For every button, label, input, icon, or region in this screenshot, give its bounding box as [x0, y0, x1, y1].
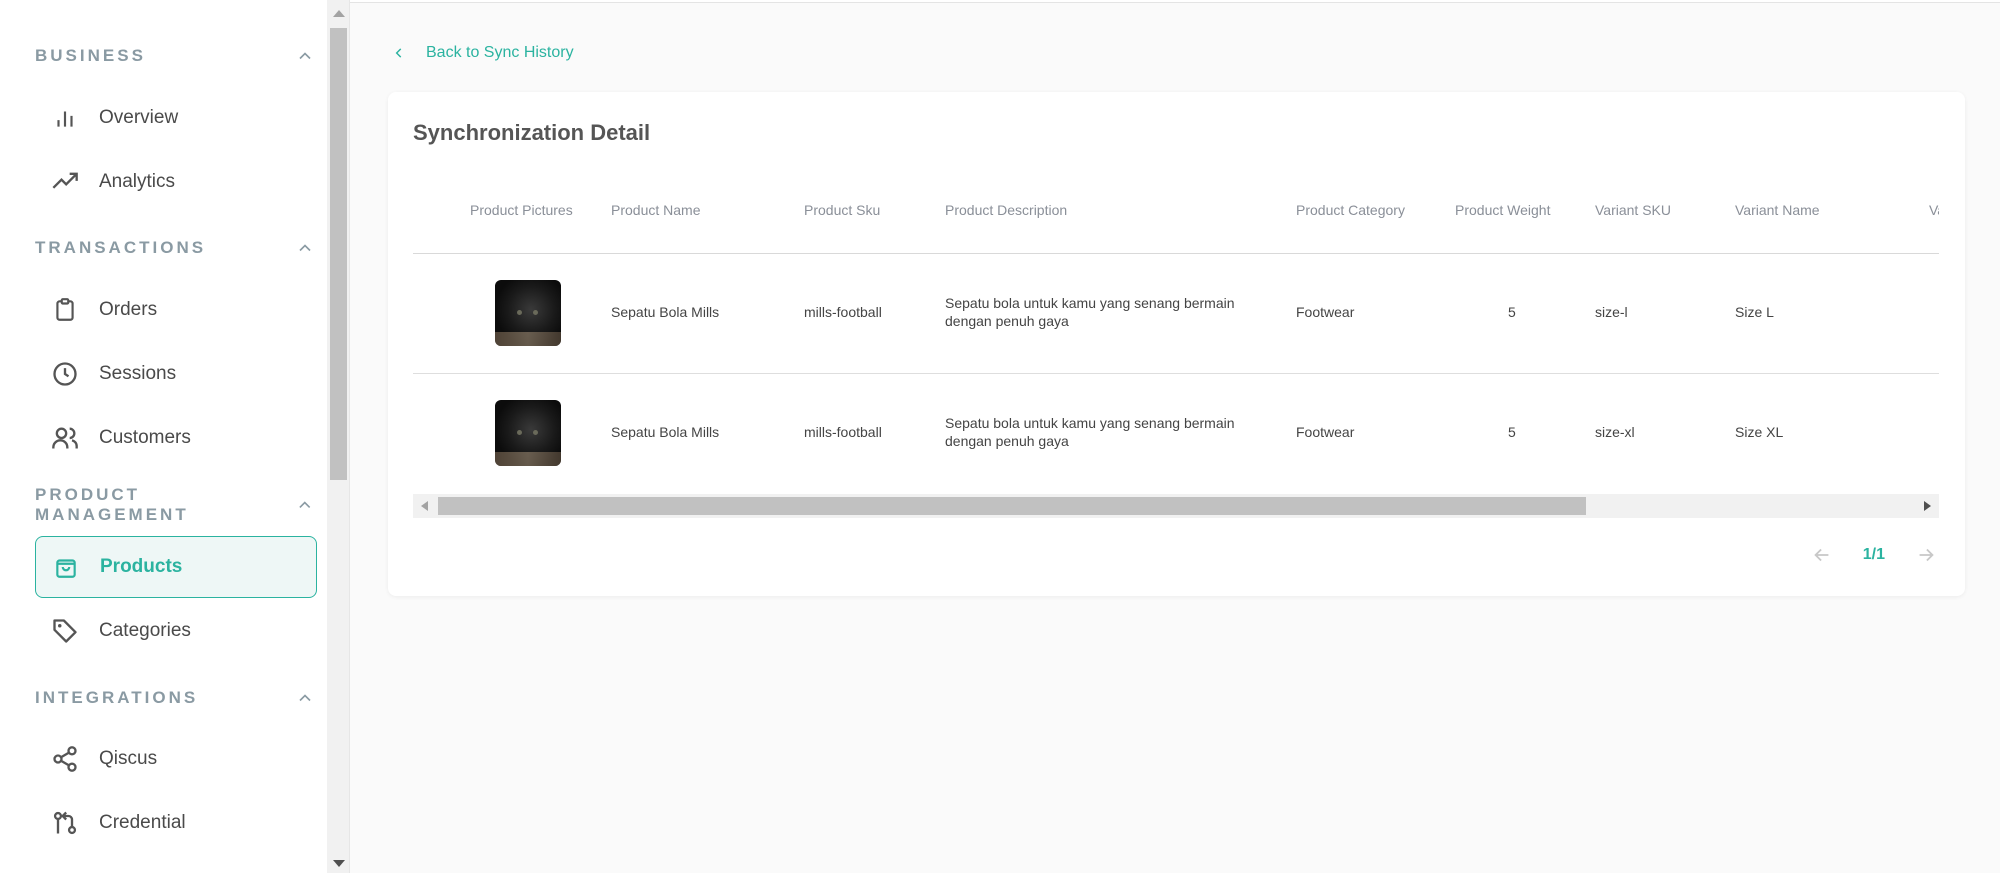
sync-detail-card: Synchronization Detail Product Pictures …: [388, 92, 1965, 596]
pagination: 1/1: [1811, 544, 1937, 566]
section-title: TRANSACTIONS: [35, 238, 207, 257]
sidebar: BUSINESS Overview Analytics TRANSACTIONS…: [0, 0, 327, 873]
sidebar-item-sessions[interactable]: Sessions: [35, 343, 317, 405]
table-horizontal-scrollbar[interactable]: [413, 494, 1939, 518]
column-header: Product Sku: [804, 202, 881, 218]
product-weight: 5: [1508, 424, 1516, 440]
shopping-bag-icon: [52, 553, 80, 581]
product-category: Footwear: [1296, 304, 1355, 320]
chevron-up-icon[interactable]: [295, 238, 315, 258]
sidebar-item-label: Orders: [99, 299, 158, 320]
scroll-down-arrow[interactable]: [333, 860, 345, 867]
section-title: INTEGRATIONS: [35, 688, 199, 707]
scrollbar-thumb[interactable]: [438, 497, 1586, 515]
sidebar-item-orders[interactable]: Orders: [35, 279, 317, 341]
sidebar-item-label: Credential: [99, 812, 186, 833]
sidebar-item-label: Qiscus: [99, 748, 158, 769]
chevron-up-icon[interactable]: [295, 46, 315, 66]
sidebar-item-credential[interactable]: Credential: [35, 792, 317, 854]
sidebar-item-qiscus[interactable]: Qiscus: [35, 728, 317, 790]
chevron-up-icon[interactable]: [295, 495, 315, 515]
chevron-up-icon[interactable]: [295, 688, 315, 708]
column-header: Product Name: [611, 202, 701, 218]
product-thumbnail: [495, 280, 561, 346]
column-header: Variant Name: [1735, 202, 1820, 218]
product-name: Sepatu Bola Mills: [611, 424, 720, 440]
scroll-up-arrow[interactable]: [333, 10, 345, 17]
scrollbar-thumb[interactable]: [330, 28, 347, 480]
arrow-right-icon[interactable]: [1915, 544, 1937, 566]
page-indicator: 1/1: [1862, 546, 1885, 563]
product-category: Footwear: [1296, 424, 1355, 440]
column-header: Product Weight: [1455, 202, 1551, 218]
sidebar-item-label: Analytics: [99, 171, 176, 192]
share-icon: [51, 745, 79, 773]
sidebar-item-label: Sessions: [99, 363, 177, 384]
section-integrations[interactable]: INTEGRATIONS: [35, 686, 315, 710]
page-title: Synchronization Detail: [413, 120, 651, 145]
column-header: Product Pictures: [470, 202, 573, 218]
arrow-left-icon[interactable]: [1811, 544, 1833, 566]
variant-name: Size XL: [1735, 424, 1784, 440]
product-thumbnail: [495, 400, 561, 466]
product-sku: mills-football: [804, 424, 882, 440]
sidebar-item-customers[interactable]: Customers: [35, 407, 317, 469]
trending-up-icon: [51, 168, 79, 196]
git-pull-request-icon: [51, 809, 79, 837]
product-description: Sepatu bola untuk kamu yang senang berma…: [945, 295, 1235, 329]
bar-chart-icon: [51, 104, 79, 132]
sidebar-item-label: Categories: [99, 620, 191, 641]
sidebar-item-categories[interactable]: Categories: [35, 600, 317, 662]
scroll-right-arrow[interactable]: [1924, 501, 1931, 511]
row-divider: [413, 373, 1939, 374]
sidebar-item-products[interactable]: Products: [35, 536, 317, 598]
sidebar-item-label: Overview: [99, 107, 179, 128]
column-header: Variant SKU: [1595, 202, 1671, 218]
variant-sku: size-xl: [1595, 424, 1635, 440]
product-name: Sepatu Bola Mills: [611, 304, 720, 320]
clipboard-icon: [51, 296, 79, 324]
chevron-left-icon: [395, 48, 402, 58]
sidebar-item-label: Products: [100, 556, 183, 577]
sidebar-item-overview[interactable]: Overview: [35, 87, 317, 149]
sidebar-item-label: Customers: [99, 427, 191, 448]
section-business[interactable]: BUSINESS: [35, 44, 315, 68]
variant-sku: size-l: [1595, 304, 1628, 320]
top-border: [350, 0, 2000, 3]
column-header: Product Description: [945, 202, 1068, 218]
users-icon: [51, 424, 79, 452]
section-title: PRODUCT MANAGEMENT: [35, 485, 189, 524]
section-transactions[interactable]: TRANSACTIONS: [35, 236, 315, 260]
column-header: Product Category: [1296, 202, 1405, 218]
variant-name: Size L: [1735, 304, 1774, 320]
section-title: BUSINESS: [35, 46, 146, 65]
product-sku: mills-football: [804, 304, 882, 320]
scroll-left-arrow[interactable]: [421, 501, 428, 511]
header-divider: [413, 253, 1939, 254]
column-header: Va: [1929, 202, 1939, 218]
sidebar-item-analytics[interactable]: Analytics: [35, 151, 317, 213]
clock-icon: [51, 360, 79, 388]
back-to-sync-history-link[interactable]: Back to Sync History: [392, 40, 574, 66]
section-product-management[interactable]: PRODUCT MANAGEMENT: [35, 485, 315, 524]
sidebar-scrollbar[interactable]: [327, 0, 350, 873]
back-link-label: Back to Sync History: [426, 44, 574, 61]
product-weight: 5: [1508, 304, 1516, 320]
product-description: Sepatu bola untuk kamu yang senang berma…: [945, 415, 1235, 449]
tag-icon: [51, 617, 79, 645]
